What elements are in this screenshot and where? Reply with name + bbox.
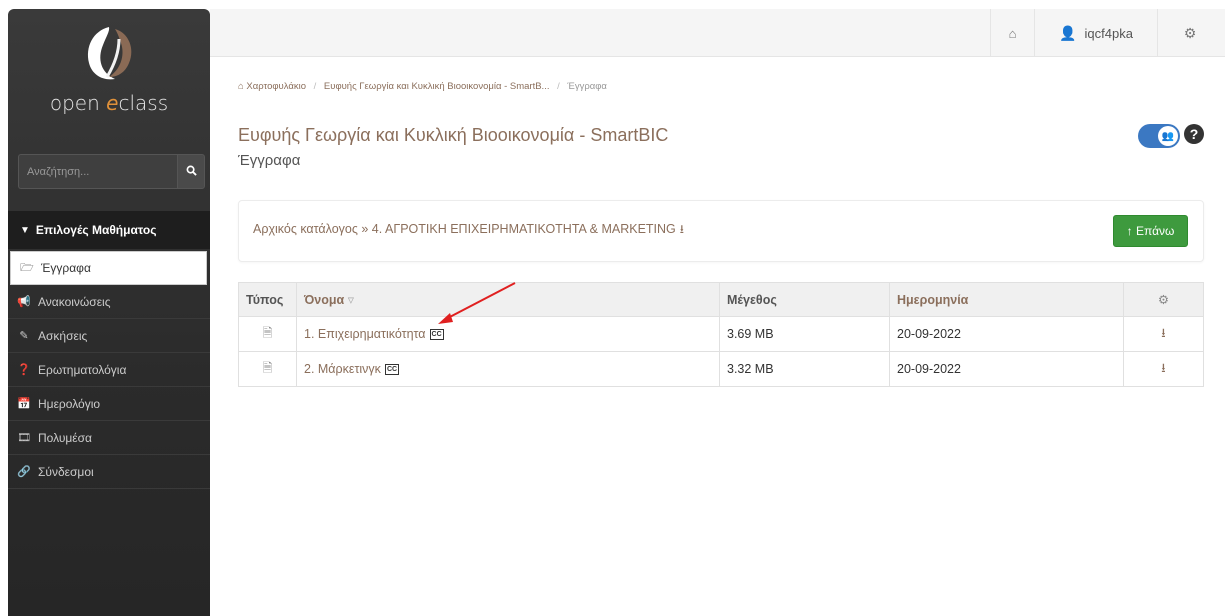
search-icon (186, 165, 197, 176)
link-icon: 🔗 (17, 466, 31, 478)
page-title: Έγγραφα (238, 152, 301, 169)
breadcrumb-separator: / (557, 81, 560, 92)
gears-icon: ⚙ (1157, 293, 1170, 307)
user-menu[interactable]: 👤 iqcf4pka (1034, 9, 1158, 57)
file-name-cell: 2. Μάρκετινγκ CC (296, 351, 720, 387)
header-type: Τύπος (238, 282, 297, 317)
sidebar-item-label: Ανακοινώσεις (38, 294, 111, 309)
folder-open-icon: 🗁 (20, 261, 34, 274)
breadcrumb-separator: / (313, 81, 317, 92)
sort-icon: ▿ (347, 293, 354, 307)
logo-text: open eclass (49, 91, 169, 115)
breadcrumb: ⌂ Χαρτοφυλάκιο / Ευφυής Γεωργία και Κυκλ… (238, 81, 607, 92)
sidebar-item-links[interactable]: 🔗 Σύνδεσμοι (8, 455, 210, 489)
film-icon: 🎞 (17, 432, 31, 444)
sidebar-item-label: Σύνδεσμοι (38, 464, 94, 479)
sidebar-item-label: Έγγραφα (41, 261, 91, 275)
sliders-icon: ⚙ (1183, 24, 1197, 41)
download-icon[interactable]: ⭳ (1123, 351, 1204, 387)
download-icon[interactable]: ⭳ (680, 222, 684, 236)
edit-icon: ✎ (19, 330, 29, 342)
file-date: 20-09-2022 (889, 316, 1124, 352)
logo[interactable]: open eclass (8, 23, 210, 115)
file-link[interactable]: 2. Μάρκετινγκ (304, 362, 381, 376)
download-icon[interactable]: ⭳ (1123, 316, 1204, 352)
view-mode-toggle[interactable]: 👥 (1138, 124, 1180, 148)
search-box (18, 154, 205, 189)
table-row: 🗎 2. Μάρκετινγκ CC 3.32 MB 20-09-2022 ⭳ (238, 351, 1204, 387)
course-menu-label: Επιλογές Μαθήματος (35, 223, 157, 237)
documents-table: Τύπος Όνομα ▿ Μέγεθος Ημερομηνία ⚙ 🗎 1. … (238, 282, 1204, 387)
header-name-label: Όνομα (304, 293, 345, 307)
home-icon: ⌂ (1008, 25, 1017, 41)
settings-button[interactable]: ⚙ (1170, 9, 1210, 57)
up-button[interactable]: ↑ Επάνω (1113, 215, 1188, 247)
open-eclass-logo-icon (87, 27, 132, 80)
sidebar-item-label: Πολυμέσα (38, 430, 92, 445)
home-button[interactable]: ⌂ (990, 9, 1034, 57)
breadcrumb-home[interactable]: Χαρτοφυλάκιο (246, 81, 306, 92)
sidebar-item-questionnaires[interactable]: ❓ Ερωτηματολόγια (8, 353, 210, 387)
username: iqcf4pka (1084, 25, 1133, 41)
file-size: 3.32 MB (719, 351, 890, 387)
sidebar-item-exercises[interactable]: ✎ Ασκήσεις (8, 319, 210, 353)
bullhorn-icon: 📢 (17, 296, 31, 308)
arrow-up-icon: ↑ (1126, 224, 1136, 238)
pdf-file-icon: 🗎 (238, 351, 297, 387)
chevron-down-icon: ▼ (20, 224, 30, 236)
table-header-row: Τύπος Όνομα ▿ Μέγεθος Ημερομηνία ⚙ (238, 282, 1204, 317)
file-size: 3.69 MB (719, 316, 890, 352)
sidebar-item-label: Ασκήσεις (38, 328, 88, 343)
help-icon[interactable]: ? (1184, 124, 1204, 144)
file-date: 20-09-2022 (889, 351, 1124, 387)
directory-path: Αρχικός κατάλογος » 4. ΑΓΡΟΤΙΚΗ ΕΠΙΧΕΙΡΗ… (253, 220, 684, 241)
header-size[interactable]: Μέγεθος (719, 282, 890, 317)
users-icon: 👥 (1158, 126, 1178, 146)
course-menu-toggle[interactable]: ▼ Επιλογές Μαθήματος (8, 211, 210, 249)
sidebar-item-multimedia[interactable]: 🎞 Πολυμέσα (8, 421, 210, 455)
cc-license-icon: CC (429, 329, 444, 341)
pdf-file-icon: 🗎 (238, 316, 297, 352)
file-link[interactable]: 1. Επιχειρηματικότητα (304, 327, 426, 341)
top-navbar: ⌂ 👤 iqcf4pka ⚙ (210, 9, 1225, 57)
sidebar-item-label: Ερωτηματολόγια (38, 362, 127, 377)
search-input[interactable] (18, 154, 177, 189)
sidebar-item-documents[interactable]: 🗁 Έγγραφα (10, 251, 207, 285)
sidebar-item-announcements[interactable]: 📢 Ανακοινώσεις (8, 285, 210, 319)
file-name-cell: 1. Επιχειρηματικότητα CC (296, 316, 720, 352)
cc-license-icon: CC (384, 364, 400, 376)
sidebar-item-calendar[interactable]: 📅 Ημερολόγιο (8, 387, 210, 421)
calendar-icon: 📅 (17, 398, 31, 410)
header-date[interactable]: Ημερομηνία (889, 282, 1124, 317)
breadcrumb-current: Έγγραφα (567, 81, 607, 92)
header-name[interactable]: Όνομα ▿ (296, 282, 720, 317)
breadcrumb-course[interactable]: Ευφυής Γεωργία και Κυκλική Βιοοικονομία … (324, 81, 550, 92)
up-button-label: Επάνω (1135, 224, 1175, 238)
question-circle-icon: ❓ (17, 364, 31, 376)
user-icon: 👤 (1059, 24, 1077, 41)
header-actions: ⚙ (1123, 282, 1204, 317)
directory-panel: Αρχικός κατάλογος » 4. ΑΓΡΟΤΙΚΗ ΕΠΙΧΕΙΡΗ… (238, 200, 1204, 262)
sidebar: open eclass ▼ Επιλογές Μαθήματος 🗁 Έγγρα… (8, 9, 210, 616)
table-row: 🗎 1. Επιχειρηματικότητα CC 3.69 MB 20-09-… (238, 316, 1204, 352)
directory-path-text[interactable]: Αρχικός κατάλογος » 4. ΑΓΡΟΤΙΚΗ ΕΠΙΧΕΙΡΗ… (253, 222, 676, 236)
course-menu: 🗁 Έγγραφα 📢 Ανακοινώσεις ✎ Ασκήσεις ❓ Ερ… (8, 251, 210, 489)
search-button[interactable] (177, 154, 205, 189)
course-title: Ευφυής Γεωργία και Κυκλική Βιοοικονομία … (238, 125, 669, 145)
sidebar-item-label: Ημερολόγιο (38, 396, 101, 411)
